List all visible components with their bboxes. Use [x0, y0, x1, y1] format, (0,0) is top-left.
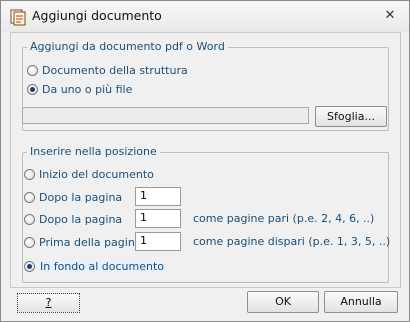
radio-button-selected[interactable]: [27, 83, 38, 95]
radio-button[interactable]: [24, 213, 35, 225]
radio-from-files[interactable]: Da uno o più file: [27, 81, 132, 97]
radio-before-page-label: Prima della pagina: [39, 235, 142, 249]
browse-button[interactable]: Sfoglia...: [315, 106, 387, 127]
radio-button[interactable]: [24, 191, 35, 203]
radio-button-selected[interactable]: [24, 260, 35, 272]
title-bar: Aggiungi documento ✕: [1, 1, 409, 32]
radio-start[interactable]: Inizio del documento: [24, 166, 154, 182]
help-button[interactable]: ?: [17, 293, 80, 313]
source-group-title: Aggiungi da documento pdf o Word: [27, 40, 228, 53]
radio-button[interactable]: [24, 236, 35, 248]
radio-button[interactable]: [24, 168, 35, 180]
close-button[interactable]: ✕: [383, 9, 397, 23]
radio-structure-document-label: Documento della struttura: [42, 63, 188, 77]
after-page-number-input[interactable]: 1: [135, 187, 181, 206]
radio-end-label: In fondo al documento: [39, 259, 166, 273]
file-path-field[interactable]: [22, 107, 309, 124]
radio-after-page-even[interactable]: Dopo la pagina: [24, 211, 122, 227]
even-pages-hint: come pagine pari (p.e. 2, 4, 6, ..): [193, 212, 375, 225]
radio-end[interactable]: In fondo al documento: [24, 258, 166, 274]
radio-from-files-label: Da uno o più file: [42, 82, 133, 96]
dialog-footer: ? OK Annulla: [1, 287, 409, 321]
dialog-window: Aggiungi documento ✕ Aggiungi da documen…: [0, 0, 410, 322]
help-button-label: ?: [45, 296, 52, 309]
cancel-button[interactable]: Annulla: [324, 291, 398, 313]
radio-structure-document[interactable]: Documento della struttura: [27, 62, 188, 78]
radio-after-page-even-label: Dopo la pagina: [39, 212, 123, 226]
radio-after-page-label: Dopo la pagina: [39, 190, 123, 204]
after-page-even-number-input[interactable]: 1: [135, 209, 181, 228]
position-group-title: Inserire nella posizione: [27, 145, 160, 158]
radio-after-page[interactable]: Dopo la pagina: [24, 189, 122, 205]
ok-button[interactable]: OK: [247, 291, 319, 313]
odd-pages-hint: come pagine dispari (p.e. 1, 3, 5, ..): [193, 235, 391, 248]
dialog-title: Aggiungi documento: [32, 8, 162, 23]
dialog-body: Aggiungi da documento pdf o Word Documen…: [10, 32, 401, 288]
radio-before-page[interactable]: Prima della pagina: [24, 234, 142, 250]
before-page-number-input[interactable]: 1: [135, 232, 181, 251]
document-add-icon: [10, 9, 26, 26]
radio-button[interactable]: [27, 64, 38, 76]
close-icon: ✕: [384, 8, 396, 23]
radio-start-label: Inizio del documento: [39, 167, 154, 181]
